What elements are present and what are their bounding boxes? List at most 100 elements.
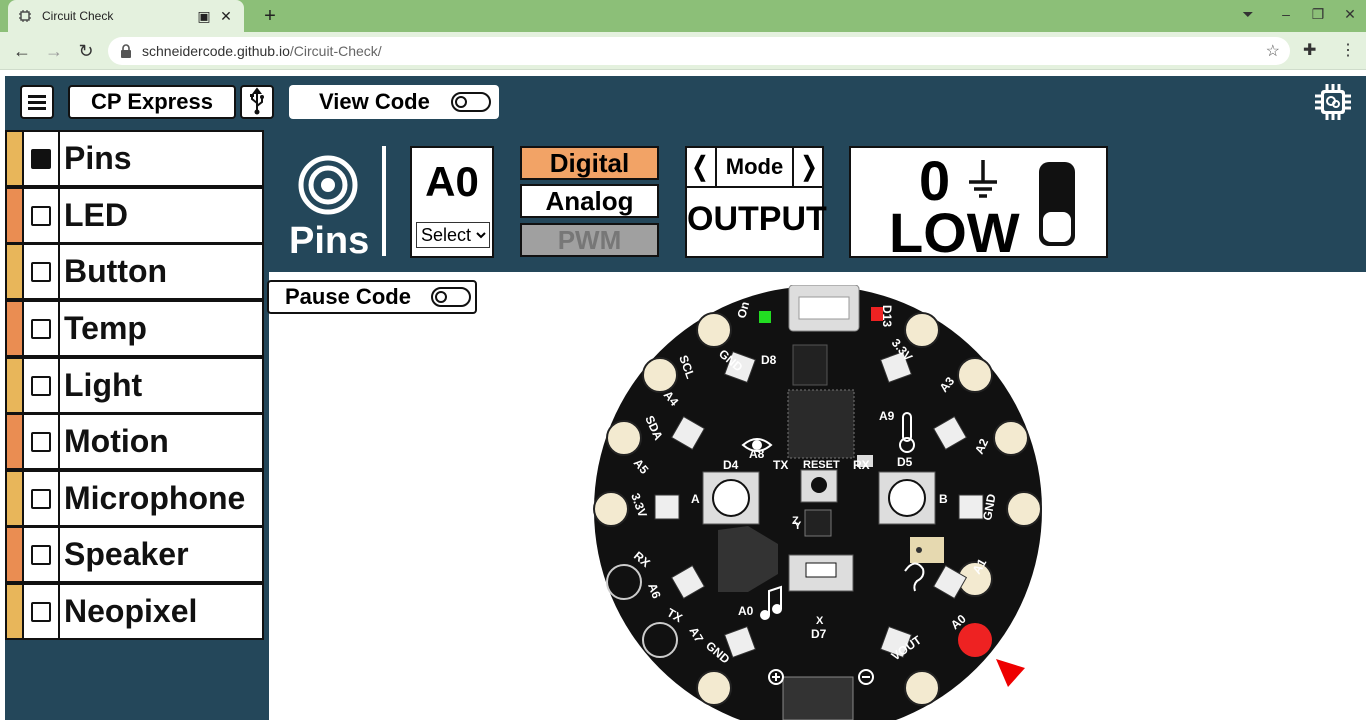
pin-level: LOW	[889, 201, 1020, 264]
mode-next-arrow[interactable]: ❭	[796, 148, 822, 186]
menu-button[interactable]	[20, 85, 54, 119]
sidebar-item-speaker[interactable]: Speaker	[5, 526, 264, 583]
pins-panel: Pins A0 Select Digital Analog PWM ❬ Mode…	[269, 130, 1361, 270]
back-icon[interactable]: ←	[11, 41, 33, 63]
tab-search-icon[interactable]: ▣	[196, 8, 212, 24]
sidebar-item-led[interactable]: LED	[5, 187, 264, 244]
view-code-switch[interactable]	[451, 92, 491, 112]
url-path: /Circuit-Check/	[289, 43, 382, 59]
checkbox[interactable]	[31, 488, 51, 509]
minimize-icon[interactable]: –	[1276, 6, 1296, 22]
forward-icon[interactable]: →	[43, 41, 65, 63]
accelerometer-chip	[804, 509, 832, 537]
close-tab-icon[interactable]: ✕	[218, 8, 234, 24]
target-icon	[298, 155, 358, 215]
sidebar-item-motion[interactable]: Motion	[5, 413, 264, 470]
battery-connector	[782, 676, 854, 720]
sidebar-item-label: Microphone	[64, 480, 246, 516]
mic	[910, 537, 944, 563]
chip-icon	[19, 10, 31, 22]
sidebar-item-label: Button	[64, 253, 168, 289]
address-bar-row: ← → ↻ schneidercode.github.io/Circuit-Ch…	[0, 32, 1366, 70]
sidebar-item-label: Pins	[64, 140, 132, 176]
circuit-playground-board: On D13 GND D8 3.3V SCL A4 A9 A3 SDA A5 A…	[593, 285, 1042, 720]
sidebar-item-label: Motion	[64, 423, 169, 459]
svg-text:A9: A9	[879, 409, 895, 423]
sidebar-item-pins[interactable]: Pins	[5, 130, 264, 187]
pause-code-label: Pause Code	[285, 284, 411, 309]
chip	[792, 344, 828, 386]
svg-text:D4: D4	[723, 458, 739, 472]
sidebar-item-temp[interactable]: Temp	[5, 300, 264, 357]
checkbox-checked[interactable]	[31, 148, 51, 169]
svg-text:A0: A0	[738, 604, 754, 618]
pause-code-toggle[interactable]: Pause Code	[267, 280, 477, 314]
value-switch[interactable]	[1039, 162, 1075, 246]
main-chip	[787, 389, 855, 459]
sidebar-item-label: Speaker	[64, 536, 189, 572]
checkbox[interactable]	[31, 318, 51, 339]
ground-icon	[969, 160, 997, 198]
new-tab-button[interactable]: +	[258, 4, 282, 28]
sidebar-item-button[interactable]: Button	[5, 243, 264, 300]
pin-selector: A0 Select	[410, 146, 494, 258]
browser-tab-bar: Circuit Check ▣ ✕ + ⏷ – ❐ ✕	[0, 0, 1366, 32]
view-code-toggle[interactable]: View Code	[289, 85, 499, 119]
restore-icon[interactable]: ❐	[1308, 6, 1328, 23]
url-host: schneidercode.github.io	[142, 43, 290, 59]
checkbox[interactable]	[31, 544, 51, 565]
digital-mode-button[interactable]: Digital	[520, 146, 659, 180]
tab-search-dropdown-icon[interactable]: ⏷	[1238, 6, 1258, 23]
sidebar-item-label: Neopixel	[64, 593, 198, 629]
menu-kebab-icon[interactable]: ⋮	[1340, 40, 1356, 60]
svg-text:X: X	[816, 615, 824, 627]
usb-icon	[250, 87, 264, 115]
sensor-sidebar: Pins LED Button Temp Light Motion Microp…	[5, 130, 264, 640]
bookmark-star-icon[interactable]: ☆	[1266, 41, 1280, 61]
svg-text:B: B	[939, 492, 948, 506]
io-mode-box: ❬ Mode ❭ OUTPUT	[685, 146, 827, 258]
url-field[interactable]: schneidercode.github.io/Circuit-Check/ ☆	[108, 37, 1290, 65]
mode-label: Mode	[715, 148, 794, 186]
pin-select-dropdown[interactable]: Select	[416, 222, 490, 248]
close-window-icon[interactable]: ✕	[1340, 6, 1360, 23]
divider	[382, 146, 386, 256]
tab-title: Circuit Check	[42, 9, 114, 23]
pad-rx	[606, 564, 642, 600]
app-root: CP Express View Code Pins LED Button Tem…	[5, 76, 1366, 720]
pin-name: A0	[425, 158, 479, 205]
board-name-button[interactable]: CP Express	[68, 85, 236, 119]
usb-connect-button[interactable]	[240, 85, 274, 119]
view-code-label: View Code	[319, 89, 430, 114]
pin-value-box: 0 LOW	[849, 146, 1108, 264]
svg-text:D8: D8	[761, 353, 777, 367]
settings-chip-icon[interactable]	[1313, 82, 1353, 122]
lock-icon	[121, 44, 131, 58]
browser-tab[interactable]: Circuit Check ▣ ✕	[8, 0, 244, 32]
checkbox[interactable]	[31, 205, 51, 226]
svg-text:D5: D5	[897, 455, 913, 469]
sidebar-item-label: LED	[64, 197, 128, 233]
svg-text:TX: TX	[773, 458, 788, 472]
stripe	[7, 132, 22, 185]
reload-icon[interactable]: ↻	[75, 41, 97, 63]
sidebar-item-light[interactable]: Light	[5, 357, 264, 414]
checkbox[interactable]	[31, 601, 51, 622]
extensions-icon[interactable]: ✚	[1303, 40, 1316, 60]
pwm-mode-button[interactable]: PWM	[520, 223, 659, 257]
pause-code-switch[interactable]	[431, 287, 471, 307]
direction-value: OUTPUT	[687, 200, 827, 238]
checkbox[interactable]	[31, 375, 51, 396]
svg-text:Z: Z	[792, 515, 799, 527]
checkbox[interactable]	[31, 261, 51, 282]
sidebar-item-microphone[interactable]: Microphone	[5, 470, 264, 527]
svg-text:D13: D13	[880, 305, 894, 327]
pad-a0-active[interactable]	[958, 623, 992, 657]
checkbox[interactable]	[31, 431, 51, 452]
analog-mode-button[interactable]: Analog	[520, 184, 659, 218]
mode-prev-arrow[interactable]: ❬	[687, 148, 713, 186]
pad-tx	[642, 622, 678, 658]
sidebar-item-label: Temp	[64, 310, 147, 346]
app-toolbar: CP Express View Code	[5, 76, 1366, 128]
sidebar-item-neopixel[interactable]: Neopixel	[5, 583, 264, 640]
